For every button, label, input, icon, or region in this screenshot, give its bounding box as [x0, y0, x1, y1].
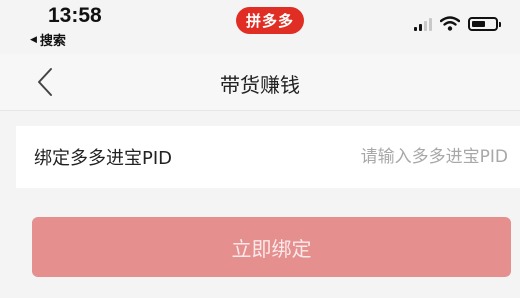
wifi-icon: [440, 16, 460, 31]
back-to-app-link[interactable]: ◀ 搜索: [30, 30, 66, 49]
pid-form-row: 绑定多多进宝PID: [16, 126, 520, 188]
status-bar: 13:58 ◀ 搜索 拼多多: [0, 0, 520, 50]
app-badge: 拼多多: [236, 7, 304, 34]
battery-icon: [468, 17, 501, 31]
pid-label: 绑定多多进宝PID: [34, 148, 173, 169]
cellular-signal-icon: [414, 17, 432, 31]
page-title: 带货赚钱: [220, 73, 300, 97]
status-time: 13:58: [48, 4, 102, 27]
navigation-bar: 带货赚钱: [0, 54, 520, 111]
back-triangle-icon: ◀: [30, 34, 37, 45]
status-icons: [414, 13, 501, 31]
bind-now-button[interactable]: 立即绑定: [32, 217, 511, 277]
pid-input[interactable]: [268, 142, 508, 172]
back-to-app-label: 搜索: [39, 34, 66, 49]
